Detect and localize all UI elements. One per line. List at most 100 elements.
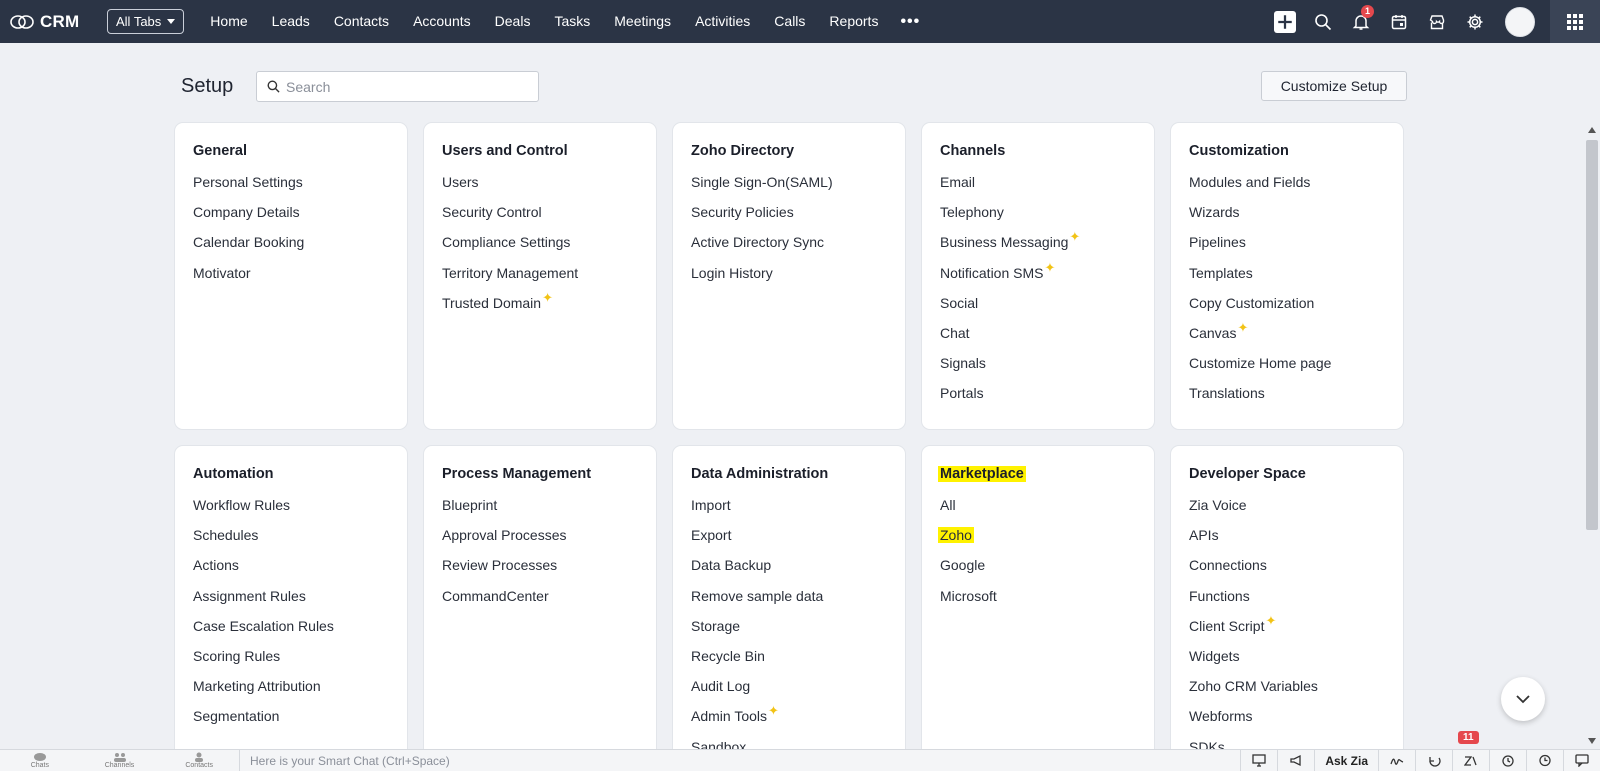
setup-link-chat[interactable]: Chat <box>940 324 1136 354</box>
tab-contacts[interactable]: Contacts <box>322 0 401 43</box>
setup-link-microsoft[interactable]: Microsoft <box>940 587 1136 617</box>
scroll-up-arrow-icon[interactable] <box>1588 127 1596 133</box>
setup-link-trusted-domain[interactable]: Trusted Domain✦ <box>442 290 638 324</box>
screen-share-button[interactable] <box>1240 749 1277 771</box>
tab-calls[interactable]: Calls <box>762 0 817 43</box>
setup-link-export[interactable]: Export <box>691 526 887 556</box>
calendar-button[interactable] <box>1380 0 1418 43</box>
apps-grid-button[interactable] <box>1550 0 1600 43</box>
setup-link-email[interactable]: Email <box>940 173 1136 203</box>
setup-link-users[interactable]: Users <box>442 173 638 203</box>
tab-meetings[interactable]: Meetings <box>602 0 683 43</box>
setup-link-company-details[interactable]: Company Details <box>193 203 389 233</box>
marketplace-button[interactable] <box>1418 0 1456 43</box>
tab-activities[interactable]: Activities <box>683 0 762 43</box>
setup-link-functions[interactable]: Functions <box>1189 587 1385 617</box>
setup-link-compliance-settings[interactable]: Compliance Settings <box>442 233 638 263</box>
notifications-button[interactable]: 1 <box>1342 0 1380 43</box>
more-tabs-icon[interactable]: ••• <box>890 13 930 31</box>
smart-chat-input[interactable]: Here is your Smart Chat (Ctrl+Space) <box>250 754 1240 768</box>
setup-link-case-escalation-rules[interactable]: Case Escalation Rules <box>193 617 389 647</box>
create-new-button[interactable] <box>1266 0 1304 43</box>
setup-link-modules-and-fields[interactable]: Modules and Fields <box>1189 173 1385 203</box>
setup-link-review-processes[interactable]: Review Processes <box>442 556 638 586</box>
setup-link-import[interactable]: Import <box>691 496 887 526</box>
reminders-button[interactable] <box>1489 749 1526 771</box>
ask-zia-button[interactable]: Ask Zia <box>1314 749 1378 771</box>
setup-link-customize-home-page[interactable]: Customize Home page <box>1189 354 1385 384</box>
setup-link-pipelines[interactable]: Pipelines <box>1189 233 1385 263</box>
setup-link-canvas[interactable]: Canvas✦ <box>1189 320 1385 354</box>
setup-link-widgets[interactable]: Widgets <box>1189 647 1385 677</box>
setup-link-active-directory-sync[interactable]: Active Directory Sync <box>691 233 887 263</box>
setup-link-scoring-rules[interactable]: Scoring Rules <box>193 647 389 677</box>
setup-link-google[interactable]: Google <box>940 556 1136 586</box>
setup-link-recycle-bin[interactable]: Recycle Bin <box>691 647 887 677</box>
customize-setup-button[interactable]: Customize Setup <box>1261 71 1407 101</box>
tab-deals[interactable]: Deals <box>483 0 543 43</box>
crm-brand[interactable]: CRM <box>10 12 96 32</box>
setup-link-data-backup[interactable]: Data Backup <box>691 556 887 586</box>
tab-reports[interactable]: Reports <box>817 0 890 43</box>
setup-link-wizards[interactable]: Wizards <box>1189 203 1385 233</box>
scroll-down-button[interactable] <box>1501 677 1545 721</box>
setup-link-storage[interactable]: Storage <box>691 617 887 647</box>
announcements-button[interactable] <box>1277 749 1314 771</box>
setup-link-security-control[interactable]: Security Control <box>442 203 638 233</box>
setup-link-business-messaging[interactable]: Business Messaging✦ <box>940 229 1136 263</box>
scrollbar-thumb[interactable] <box>1586 140 1598 530</box>
setup-link-copy-customization[interactable]: Copy Customization <box>1189 294 1385 324</box>
setup-link-personal-settings[interactable]: Personal Settings <box>193 173 389 203</box>
setup-search-input[interactable] <box>286 78 526 95</box>
tab-accounts[interactable]: Accounts <box>401 0 483 43</box>
setup-link-schedules[interactable]: Schedules <box>193 526 389 556</box>
setup-search-box[interactable] <box>256 71 539 102</box>
setup-link-actions[interactable]: Actions <box>193 556 389 586</box>
setup-link-segmentation[interactable]: Segmentation <box>193 707 389 737</box>
setup-link-apis[interactable]: APIs <box>1189 526 1385 556</box>
setup-link-notification-sms[interactable]: Notification SMS✦ <box>940 260 1136 294</box>
setup-link-approval-processes[interactable]: Approval Processes <box>442 526 638 556</box>
settings-button[interactable] <box>1456 0 1494 43</box>
signature-button[interactable] <box>1378 749 1415 771</box>
chats-button[interactable]: Chats <box>0 752 80 769</box>
setup-link-templates[interactable]: Templates <box>1189 264 1385 294</box>
setup-link-audit-log[interactable]: Audit Log <box>691 677 887 707</box>
search-button[interactable] <box>1304 0 1342 43</box>
setup-link-single-sign-on[interactable]: Single Sign-On(SAML) <box>691 173 887 203</box>
tab-leads[interactable]: Leads <box>260 0 322 43</box>
user-profile-button[interactable] <box>1498 0 1542 43</box>
tab-tasks[interactable]: Tasks <box>542 0 602 43</box>
setup-link-all[interactable]: All <box>940 496 1136 526</box>
setup-link-zoho[interactable]: Zoho <box>938 526 1136 556</box>
tab-home[interactable]: Home <box>198 0 259 43</box>
setup-link-calendar-booking[interactable]: Calendar Booking <box>193 233 389 263</box>
setup-link-portals[interactable]: Portals <box>940 384 1136 414</box>
setup-link-commandcenter[interactable]: CommandCenter <box>442 587 638 617</box>
setup-link-signals[interactable]: Signals <box>940 354 1136 384</box>
setup-link-motivator[interactable]: Motivator <box>193 264 389 294</box>
setup-link-zia-voice[interactable]: Zia Voice <box>1189 496 1385 526</box>
setup-link-client-script[interactable]: Client Script✦ <box>1189 613 1385 647</box>
setup-link-connections[interactable]: Connections <box>1189 556 1385 586</box>
all-tabs-dropdown[interactable]: All Tabs <box>107 9 185 34</box>
zia-button[interactable]: 11 <box>1452 730 1489 771</box>
channels-button[interactable]: Channels <box>80 752 160 769</box>
setup-link-zoho-crm-variables[interactable]: Zoho CRM Variables <box>1189 677 1385 707</box>
setup-link-telephony[interactable]: Telephony <box>940 203 1136 233</box>
recent-items-button[interactable] <box>1526 749 1563 771</box>
setup-link-security-policies[interactable]: Security Policies <box>691 203 887 233</box>
setup-link-social[interactable]: Social <box>940 294 1136 324</box>
setup-link-admin-tools[interactable]: Admin Tools✦ <box>691 703 887 737</box>
setup-link-assignment-rules[interactable]: Assignment Rules <box>193 587 389 617</box>
setup-link-workflow-rules[interactable]: Workflow Rules <box>193 496 389 526</box>
setup-link-blueprint[interactable]: Blueprint <box>442 496 638 526</box>
setup-link-marketing-attribution[interactable]: Marketing Attribution <box>193 677 389 707</box>
setup-link-login-history[interactable]: Login History <box>691 264 887 294</box>
setup-link-webforms[interactable]: Webforms <box>1189 707 1385 737</box>
setup-link-translations[interactable]: Translations <box>1189 384 1385 414</box>
feedback-button[interactable] <box>1563 749 1600 771</box>
history-button[interactable] <box>1415 749 1452 771</box>
contacts-button[interactable]: Contacts <box>159 752 239 769</box>
setup-link-territory-management[interactable]: Territory Management <box>442 264 638 294</box>
